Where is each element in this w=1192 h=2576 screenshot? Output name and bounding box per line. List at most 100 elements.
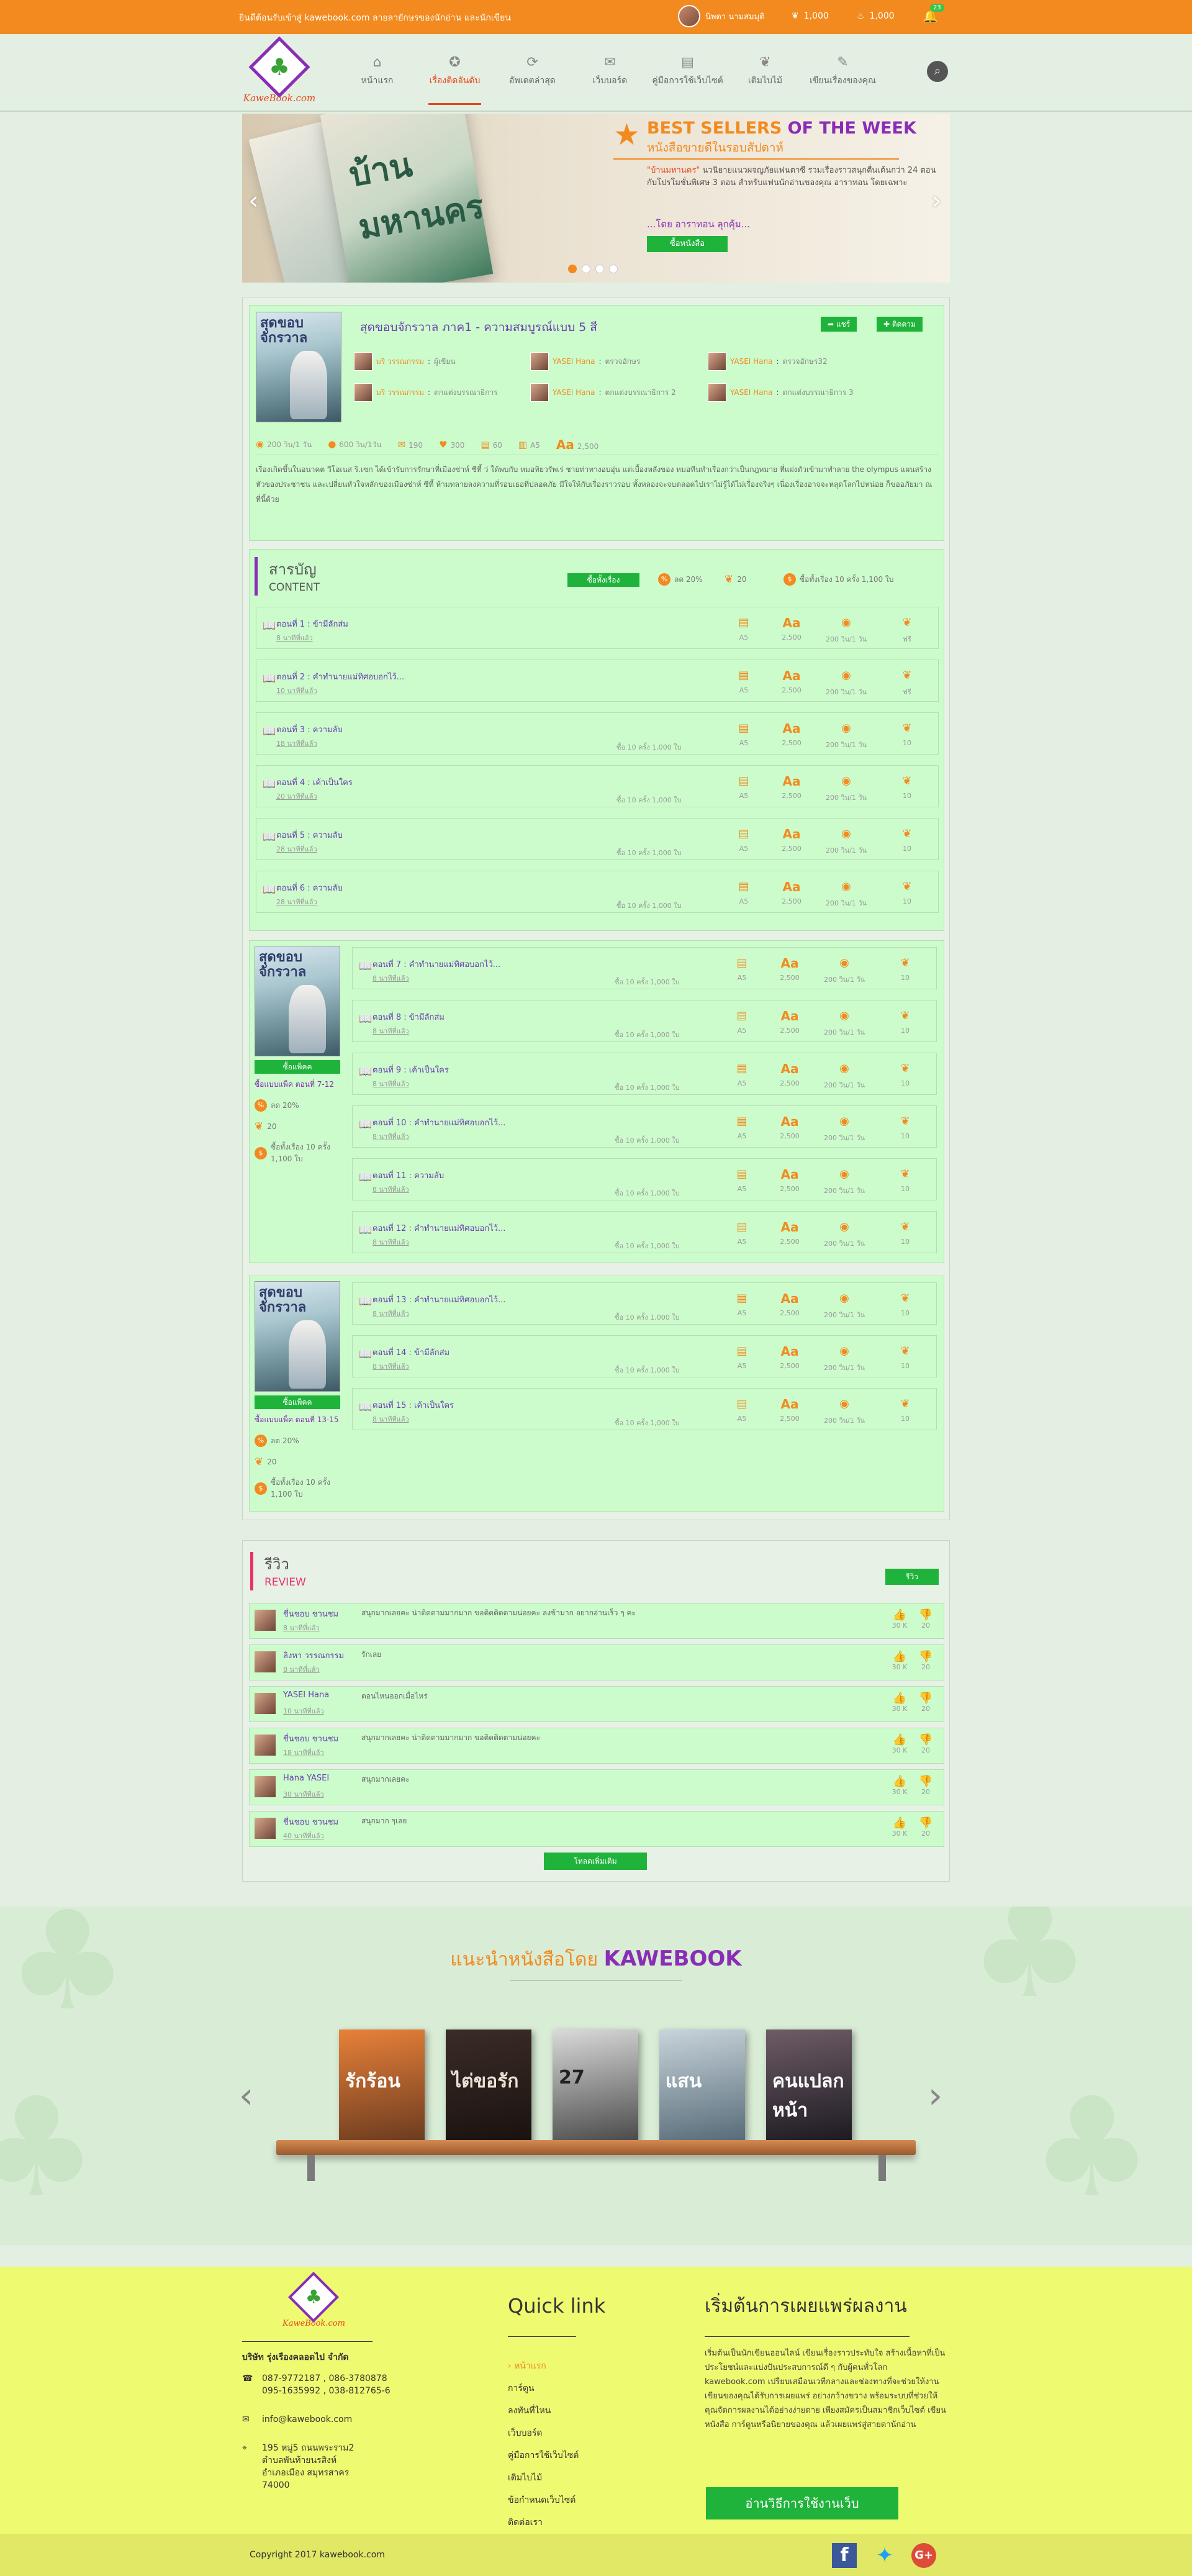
episode-row[interactable]: 📖 ตอนที่ 7 : คำทำนายแม่ทิศอบอกไว้... 8 น… <box>352 947 937 989</box>
quicklink-item[interactable]: เติมไบไม้ <box>508 2467 579 2489</box>
episode-row[interactable]: 📖 ตอนที่ 6 : ความลับ 28 นาทีที่แล้ว ซื้อ… <box>256 871 939 913</box>
hero-banner[interactable]: บ้านมหานคร ★ BEST SELLERS OF THE WEEK หน… <box>242 114 950 283</box>
dislike-button[interactable]: 👎 20 <box>915 1816 936 1838</box>
quicklink-item[interactable]: ข้อกำหนดเว็บไซต์ <box>508 2489 579 2511</box>
episode-title[interactable]: ตอนที่ 14 : ข้ามีลักส่ม <box>372 1346 449 1359</box>
share-button[interactable]: ➦ แชร์ <box>821 317 857 332</box>
episode-cost[interactable]: ❦ 10 <box>887 1396 924 1423</box>
episode-title[interactable]: ตอนที่ 1 : ข้ามีลักส่ม <box>276 617 348 630</box>
episode-title[interactable]: ตอนที่ 4 : เค้าเป็นใคร <box>276 776 353 789</box>
episode-row[interactable]: 📖 ตอนที่ 8 : ข้ามีลักส่ม 8 นาทีที่แล้ว ซ… <box>352 1000 937 1042</box>
episode-cost[interactable]: ❦ ฟรี <box>888 668 926 697</box>
dislike-button[interactable]: 👎 20 <box>915 1733 936 1754</box>
credit-item[interactable]: YASEI Hana : ตรวจอักษร32 <box>708 352 828 371</box>
episode-title[interactable]: ตอนที่ 2 : คำทำนายแม่ทิศอบอกไว้... <box>276 670 404 683</box>
recommended-book[interactable]: คนแปลกหน้า <box>766 2030 852 2141</box>
episode-row[interactable]: 📖 ตอนที่ 2 : คำทำนายแม่ทิศอบอกไว้... 10 … <box>256 660 939 702</box>
episode-cost[interactable]: ❦ 10 <box>888 773 926 800</box>
follow-button[interactable]: ✚ ติดตาม <box>877 317 923 332</box>
like-button[interactable]: 👍 30 K <box>889 1733 910 1754</box>
episode-title[interactable]: ตอนที่ 10 : คำทำนายแม่ทิศอบอกไว้... <box>372 1116 505 1129</box>
nav-topup[interactable]: ❦ เติมไบไม้ <box>726 52 804 95</box>
quicklink-item[interactable]: › หน้าแรก <box>508 2355 579 2377</box>
avatar[interactable] <box>255 1776 276 1797</box>
nav-latest[interactable]: ⟳ อัพเดตล่าสุด <box>494 52 571 95</box>
episode-title[interactable]: ตอนที่ 8 : ข้ามีลักส่ม <box>372 1010 445 1023</box>
search-icon[interactable]: ⌕ <box>927 61 948 82</box>
load-more-button[interactable]: โหลดเพิ่มเติม <box>544 1853 647 1870</box>
avatar[interactable] <box>255 1818 276 1839</box>
episode-title[interactable]: ตอนที่ 7 : คำทำนายแม่ทิศอบอกไว้... <box>372 958 500 971</box>
reviewer-name[interactable]: ลิงหา วรรณกรรม <box>283 1649 344 1662</box>
recommended-book[interactable]: ไต่ขอรัก <box>446 2030 531 2141</box>
chevron-right-icon[interactable]: › <box>928 2074 942 2116</box>
episode-row[interactable]: 📖 ตอนที่ 10 : คำทำนายแม่ทิศอบอกไว้... 8 … <box>352 1105 937 1148</box>
episode-cost[interactable]: ❦ 10 <box>888 720 926 747</box>
buy-pack-button[interactable]: ซื้อแพ็คค <box>255 1060 340 1074</box>
episode-title[interactable]: ตอนที่ 5 : ความลับ <box>276 828 343 841</box>
episode-row[interactable]: 📖 ตอนที่ 11 : ความลับ 8 นาทีที่แล้ว ซื้อ… <box>352 1158 937 1200</box>
carousel-dot[interactable] <box>582 265 590 273</box>
reviewer-name[interactable]: YASEI Hana <box>283 1690 329 1700</box>
facebook-icon[interactable]: f <box>832 2543 857 2568</box>
reviewer-name[interactable]: ชื่นชอบ ชวนชม <box>283 1815 338 1828</box>
user-menu[interactable]: นิพดา นามสมมุติ <box>678 5 765 27</box>
notification-bell[interactable]: 🔔 23 <box>923 4 944 24</box>
recommended-book[interactable]: 27 <box>553 2030 638 2141</box>
credit-item[interactable]: มริ วรรณกรรม : ผู้เขียน <box>354 352 456 371</box>
chevron-right-icon[interactable]: › <box>931 185 942 215</box>
how-to-use-button[interactable]: อ่านวิธีการใช้งานเว็บ <box>706 2487 898 2519</box>
dislike-button[interactable]: 👎 20 <box>915 1608 936 1630</box>
avatar[interactable] <box>255 1735 276 1756</box>
nav-webboard[interactable]: ✉ เว็บบอร์ด <box>571 52 649 95</box>
carousel-dot[interactable] <box>568 265 577 273</box>
episode-title[interactable]: ตอนที่ 12 : คำทำนายแม่ทิศอบอกไว้... <box>372 1222 505 1235</box>
episode-title[interactable]: ตอนที่ 15 : เค้าเป็นใคร <box>372 1399 454 1412</box>
episode-row[interactable]: 📖 ตอนที่ 9 : เค้าเป็นใคร 8 นาทีที่แล้ว ซ… <box>352 1053 937 1095</box>
episode-row[interactable]: 📖 ตอนที่ 13 : คำทำนายแม่ทิศอบอกไว้... 8 … <box>352 1282 937 1325</box>
buy-pack-button[interactable]: ซื้อแพ็คค <box>255 1395 340 1409</box>
episode-title[interactable]: ตอนที่ 6 : ความลับ <box>276 881 343 894</box>
dislike-button[interactable]: 👎 20 <box>915 1692 936 1713</box>
episode-row[interactable]: 📖 ตอนที่ 15 : เค้าเป็นใคร 8 นาทีที่แล้ว … <box>352 1388 937 1430</box>
avatar[interactable] <box>255 1651 276 1672</box>
recommended-book[interactable]: รักร้อน <box>339 2030 425 2141</box>
episode-title[interactable]: ตอนที่ 13 : คำทำนายแม่ทิศอบอกไว้... <box>372 1293 505 1306</box>
episode-cost[interactable]: ❦ 10 <box>887 1219 924 1246</box>
episode-row[interactable]: 📖 ตอนที่ 1 : ข้ามีลักส่ม 8 นาทีที่แล้ว ▤… <box>256 607 939 649</box>
nav-guide[interactable]: ▤ คู่มือการใช้เว็บไซต์ <box>649 52 726 95</box>
credit-item[interactable]: YASEI Hana : ตรวจอักษร <box>530 352 640 371</box>
username[interactable]: นิพดา นามสมมุติ <box>705 10 765 23</box>
like-button[interactable]: 👍 30 K <box>889 1692 910 1713</box>
reviewer-name[interactable]: ชื่นชอบ ชวนชม <box>283 1607 338 1620</box>
credit-item[interactable]: YASEI Hana : ตกแต่งบรรณาธิการ 2 <box>530 383 676 402</box>
reviewer-name[interactable]: ชื่นชอบ ชวนชม <box>283 1732 338 1745</box>
carousel-dot[interactable] <box>595 265 604 273</box>
dislike-button[interactable]: 👎 20 <box>915 1650 936 1671</box>
write-review-button[interactable]: รีวิว <box>885 1569 939 1585</box>
quicklink-item[interactable]: ติดต่อเรา <box>508 2511 579 2534</box>
episode-cost[interactable]: ❦ 10 <box>887 955 924 982</box>
site-logo[interactable]: ♣ KaweBook.com <box>239 36 320 104</box>
buy-all-button[interactable]: ซื้อทั้งเรื่อง <box>567 573 639 587</box>
nav-home[interactable]: ⌂ หน้าแรก <box>338 52 416 95</box>
episode-cost[interactable]: ❦ 10 <box>887 1061 924 1087</box>
episode-cost[interactable]: ❦ 10 <box>887 1166 924 1193</box>
quicklink-item[interactable]: ลงทันที่ไหน <box>508 2400 579 2422</box>
like-button[interactable]: 👍 30 K <box>889 1650 910 1671</box>
like-button[interactable]: 👍 30 K <box>889 1775 910 1796</box>
episode-title[interactable]: ตอนที่ 3 : ความลับ <box>276 723 343 736</box>
nav-write[interactable]: ✎ เขียนเรื่องของคุณ <box>804 52 882 95</box>
episode-cost[interactable]: ❦ 10 <box>887 1343 924 1370</box>
like-button[interactable]: 👍 30 K <box>889 1816 910 1838</box>
episode-cost[interactable]: ❦ 10 <box>888 826 926 853</box>
carousel-dot[interactable] <box>609 265 618 273</box>
quicklink-item[interactable]: คู่มือการใช้เว็บไซต์ <box>508 2444 579 2467</box>
avatar[interactable] <box>255 1610 276 1631</box>
episode-title[interactable]: ตอนที่ 9 : เค้าเป็นใคร <box>372 1063 449 1076</box>
episode-row[interactable]: 📖 ตอนที่ 4 : เค้าเป็นใคร 20 นาทีที่แล้ว … <box>256 765 939 807</box>
dislike-button[interactable]: 👎 20 <box>915 1775 936 1796</box>
google-plus-icon[interactable]: G+ <box>911 2543 936 2568</box>
chevron-left-icon[interactable]: ‹ <box>248 185 259 215</box>
credit-item[interactable]: YASEI Hana : ตกแต่งบรรณาธิการ 3 <box>708 383 854 402</box>
